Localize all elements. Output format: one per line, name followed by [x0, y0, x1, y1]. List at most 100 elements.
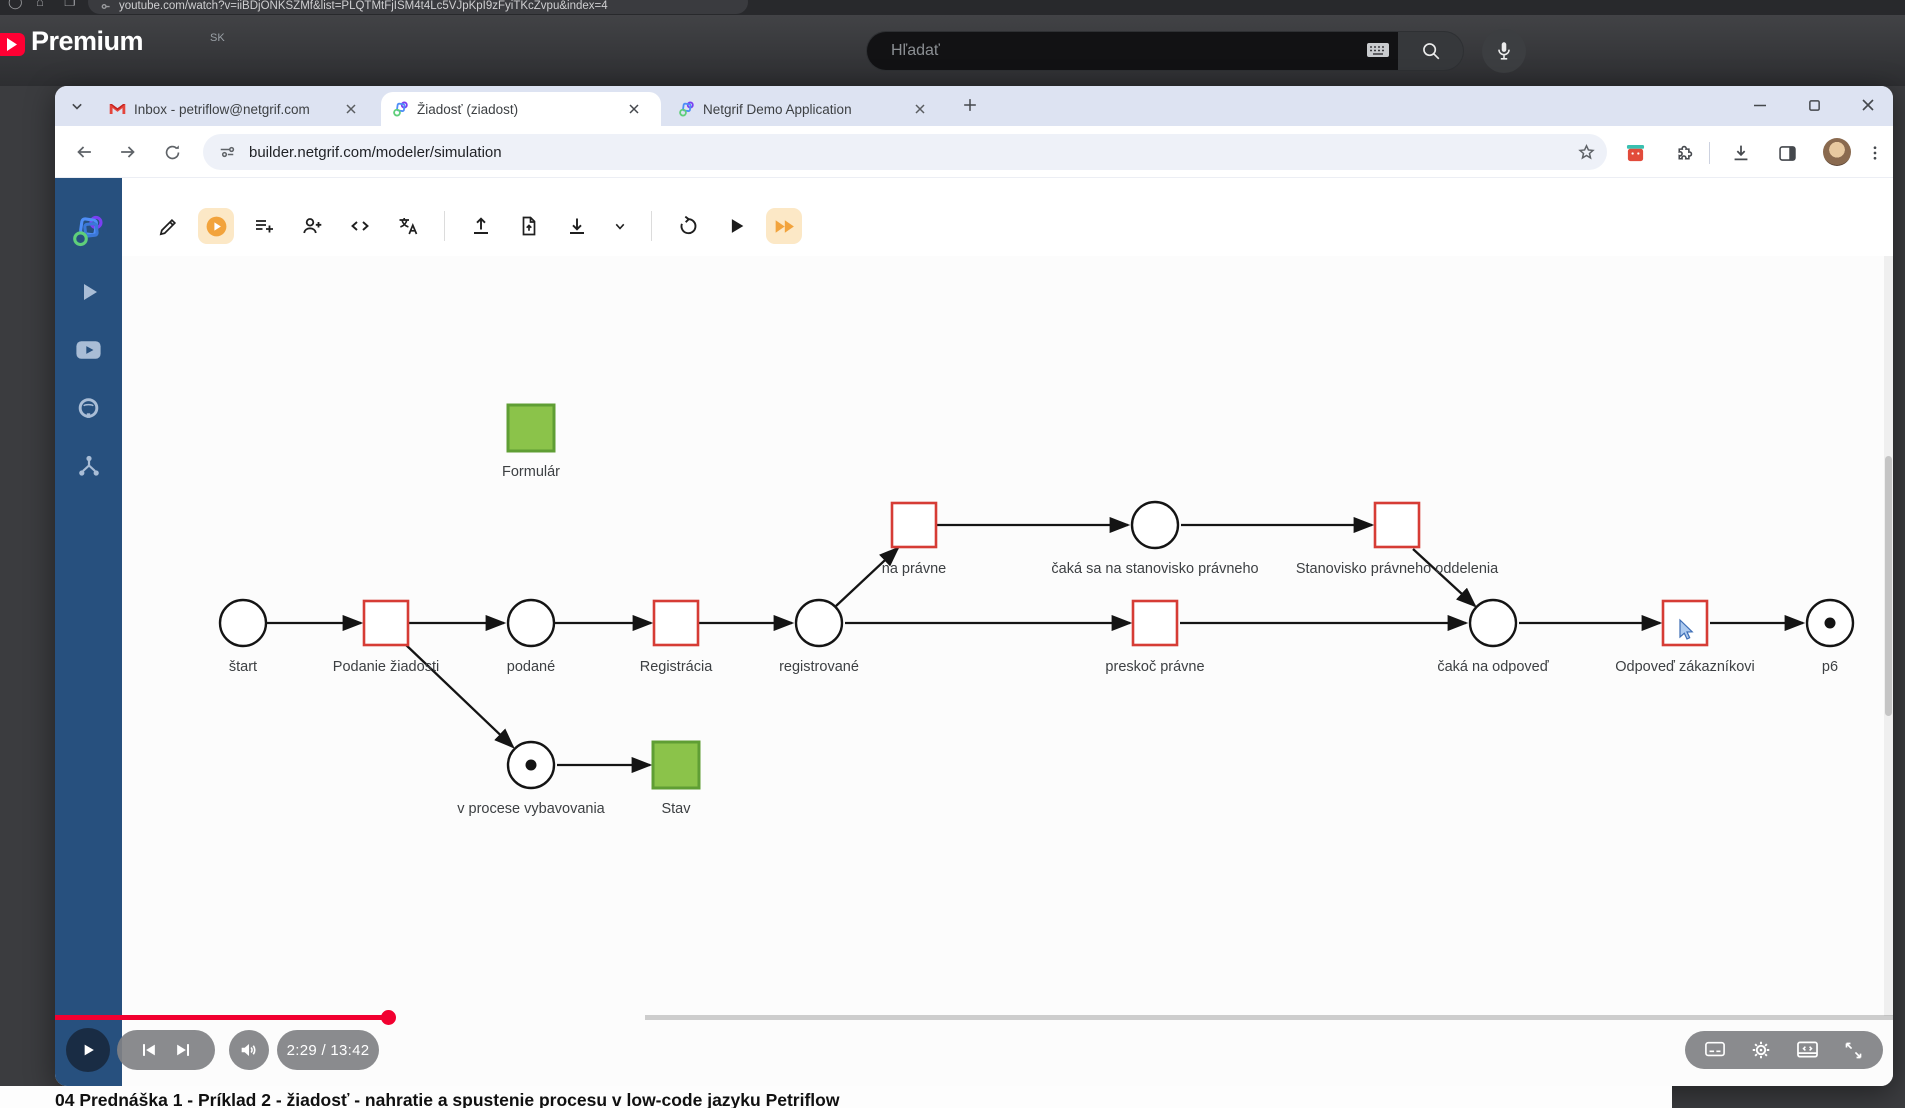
netgrif-icon [679, 101, 694, 117]
node-caka_stanovisko[interactable]: čaká sa na stanovisko právneho [1051, 500, 1259, 577]
player-play-button[interactable] [66, 1028, 110, 1072]
tab-netgrif-demo[interactable]: Netgrif Demo Application [667, 92, 945, 126]
screen: ◯ ⌂ ❐ youtube.com/watch?v=iiBDjONKSZMf&l… [0, 0, 1905, 1108]
video-title: 04 Prednáška 1 - Príklad 2 - žiadosť - n… [55, 1090, 840, 1108]
chevron-down-icon[interactable] [607, 208, 633, 244]
sidebar-play-button[interactable] [72, 278, 106, 306]
node-caka_odpoved[interactable]: čaká na odpoveď [1437, 598, 1550, 675]
download-icon[interactable] [559, 208, 595, 244]
profile-avatar[interactable] [1823, 138, 1851, 166]
tab-close-icon[interactable] [342, 100, 360, 118]
search-input[interactable] [866, 31, 1398, 71]
extensions-puzzle-icon[interactable] [1670, 139, 1698, 167]
forward-icon[interactable] [113, 137, 143, 167]
node-label-stanovisko: Stanovisko právneho oddelenia [1296, 561, 1499, 577]
modeler-canvas[interactable]: Formulár štart Podanie žiadosti podané Regis… [122, 256, 1893, 1086]
tab-search-chevron[interactable] [67, 96, 87, 116]
outer-tabs-icon[interactable]: ❐ [64, 0, 76, 10]
node-label-na_pravne: na právne [882, 561, 947, 577]
miniplayer-icon[interactable] [1796, 1040, 1819, 1060]
node-start[interactable]: štart [218, 598, 268, 675]
play-icon [84, 1044, 94, 1056]
sidebar-github-button[interactable] [72, 394, 106, 422]
window-close-button[interactable] [1851, 90, 1885, 120]
download-icon[interactable] [1727, 139, 1755, 167]
playlist-add-icon[interactable] [246, 208, 282, 244]
node-v_procese[interactable]: v procese vybavovania [457, 740, 606, 817]
node-preskoc[interactable]: preskoč právne [1105, 599, 1205, 675]
edit-pencil-icon[interactable] [150, 208, 186, 244]
outer-reload-icon[interactable]: ◯ [8, 0, 23, 10]
site-settings-icon[interactable] [217, 142, 237, 162]
subtitles-icon[interactable] [1704, 1040, 1726, 1060]
fullscreen-icon[interactable] [1843, 1040, 1864, 1061]
video-title-strip: 04 Prednáška 1 - Príklad 2 - žiadosť - n… [0, 1086, 1672, 1108]
sidebar-youtube-button[interactable] [72, 336, 106, 364]
app-sidebar [55, 178, 122, 1086]
toolbar-divider [1709, 142, 1710, 164]
node-p6[interactable]: p6 [1805, 598, 1855, 675]
time-display: 2:29 / 13:42 [286, 1041, 370, 1059]
node-stav[interactable]: Stav [651, 740, 701, 817]
person-add-icon[interactable] [294, 208, 330, 244]
previous-video-button[interactable] [139, 1040, 159, 1060]
file-upload-icon[interactable] [511, 208, 547, 244]
menu-kebab-icon[interactable] [1861, 139, 1889, 167]
node-na_pravne[interactable]: na právne [882, 501, 947, 577]
tab-ziadost[interactable]: Žiadosť (ziadost) [381, 92, 661, 126]
vertical-scrollbar[interactable] [1884, 256, 1893, 1016]
next-video-button[interactable] [173, 1040, 193, 1060]
netgrif-logo[interactable] [72, 214, 106, 248]
tab-close-icon[interactable] [625, 100, 643, 118]
node-label-registracia: Registrácia [640, 659, 713, 675]
code-icon[interactable] [342, 208, 378, 244]
sidebar-process-button[interactable] [72, 452, 106, 480]
simulation-play-icon[interactable] [198, 208, 234, 244]
volume-button[interactable] [229, 1030, 269, 1070]
netgrif-icon [393, 101, 408, 117]
tab-close-icon[interactable] [911, 100, 929, 118]
adblock-extension-icon[interactable] [1621, 139, 1649, 167]
mic-button[interactable] [1482, 29, 1526, 73]
video-progress-bar[interactable] [55, 1010, 1893, 1025]
scrollbar-thumb[interactable] [1885, 456, 1892, 716]
arc-stanovisko-caka_odpoved [1412, 548, 1477, 608]
back-icon[interactable] [69, 137, 99, 167]
progress-played [55, 1015, 388, 1020]
node-podanie[interactable]: Podanie žiadosti [333, 599, 439, 675]
window-minimize-button[interactable] [1743, 90, 1777, 120]
tab-favicon-icon [101, 3, 110, 10]
new-tab-button[interactable] [960, 95, 980, 115]
node-stanovisko[interactable]: Stanovisko právneho oddelenia [1296, 501, 1499, 577]
tab-title: Žiadosť (ziadost) [417, 101, 519, 117]
settings-gear-icon[interactable] [1750, 1039, 1772, 1061]
toolbar-divider [651, 211, 652, 241]
youtube-premium-logo-icon[interactable] [0, 33, 25, 56]
node-podane[interactable]: podané [506, 598, 556, 675]
premium-wordmark[interactable]: Premium [31, 26, 144, 57]
outer-home-icon[interactable]: ⌂ [36, 0, 44, 9]
petri-net-svg: Formulár štart Podanie žiadosti podané Regis… [218, 403, 1855, 817]
search-button[interactable] [1398, 31, 1464, 71]
node-registrovane[interactable]: registrované [779, 598, 859, 675]
tab-gmail-inbox[interactable]: Inbox - petriflow@netgrif.com [97, 92, 375, 126]
restart-icon[interactable] [670, 208, 706, 244]
reload-icon[interactable] [157, 137, 187, 167]
modeler-toolbar [122, 178, 1893, 256]
window-maximize-button[interactable] [1797, 90, 1831, 120]
node-label-start: štart [229, 659, 257, 675]
node-formular[interactable]: Formulár [502, 403, 560, 480]
bookmark-star-icon[interactable] [1576, 142, 1597, 163]
upload-icon[interactable] [463, 208, 499, 244]
side-panel-icon[interactable] [1773, 139, 1801, 167]
translate-icon[interactable] [390, 208, 426, 244]
omnibox[interactable]: builder.netgrif.com/modeler/simulation [203, 134, 1607, 170]
progress-scrubber[interactable] [380, 1010, 396, 1025]
node-registracia[interactable]: Registrácia [640, 599, 713, 675]
keyboard-icon[interactable] [1366, 41, 1390, 59]
fast-forward-icon[interactable] [766, 208, 802, 244]
step-play-icon[interactable] [718, 208, 754, 244]
outer-url-tab[interactable]: youtube.com/watch?v=iiBDjONKSZMf&list=PL… [88, 0, 748, 14]
node-odpoved[interactable]: Odpoveď zákazníkovi [1615, 599, 1755, 675]
volume-icon [241, 1044, 256, 1056]
